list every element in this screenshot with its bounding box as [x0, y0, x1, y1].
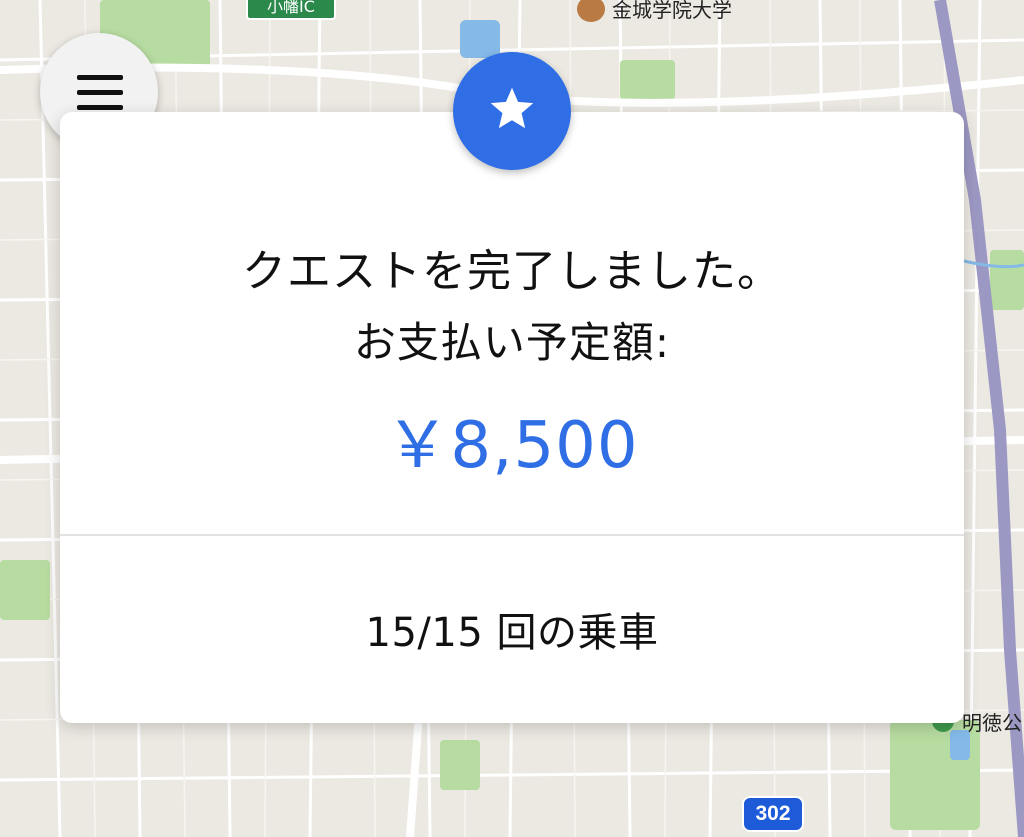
- ride-progress: 15/15 回の乗車: [365, 610, 659, 656]
- star-icon: [490, 87, 534, 129]
- university-label[interactable]: 金城学院大学: [612, 0, 732, 23]
- park-label[interactable]: 明徳公: [962, 707, 1022, 736]
- quest-complete-card: クエストを完了しました。 お支払い予定額: ￥8,500 15/15 回の乗車: [60, 112, 964, 723]
- payment-label: お支払い予定額:: [353, 318, 671, 367]
- ic-sign: 小幡IC: [246, 0, 336, 20]
- star-badge: [453, 52, 571, 170]
- payment-amount: ￥8,500: [385, 409, 639, 483]
- quest-complete-title: クエストを完了しました。: [242, 246, 782, 297]
- divider: [60, 534, 964, 536]
- route-shield: 302: [742, 796, 804, 832]
